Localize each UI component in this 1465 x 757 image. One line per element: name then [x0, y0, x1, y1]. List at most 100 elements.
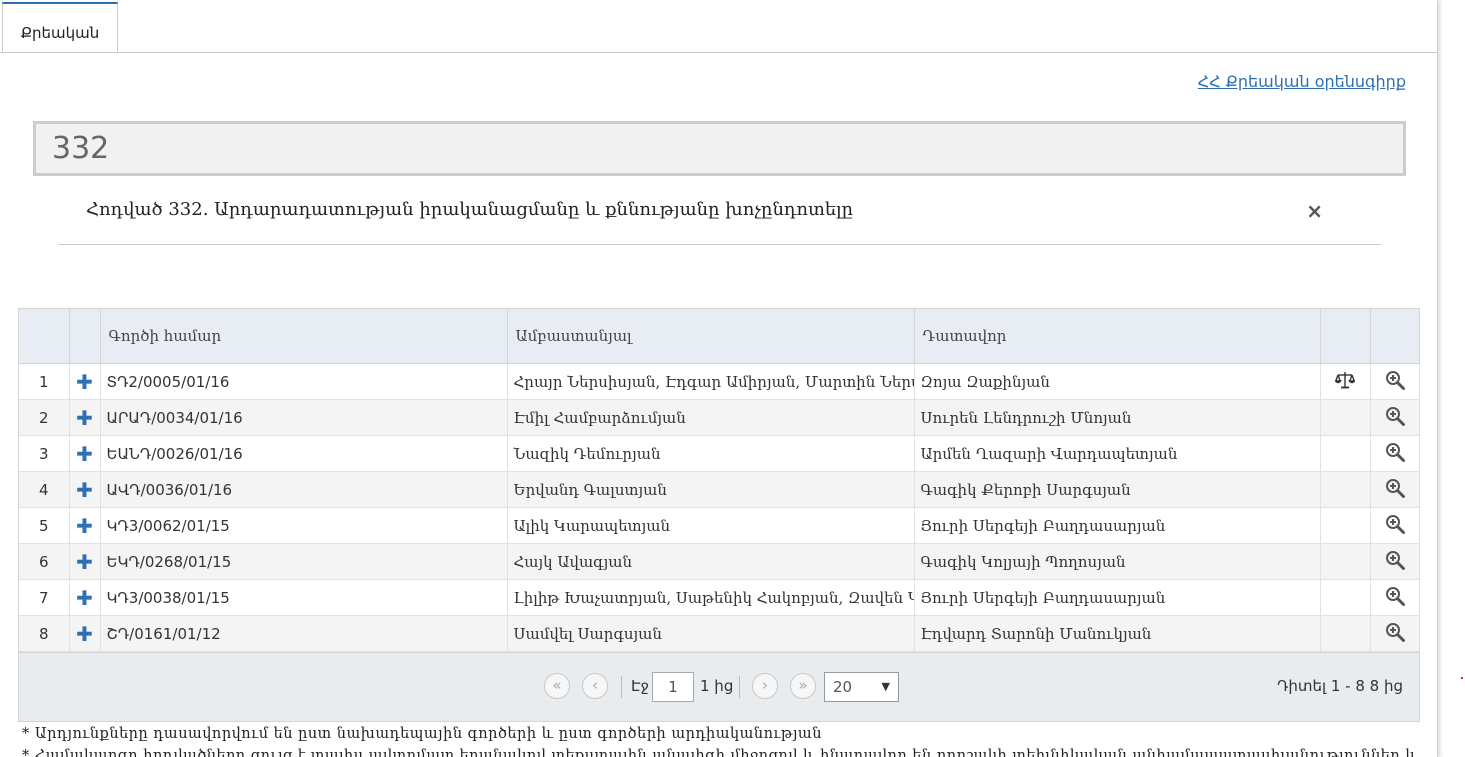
first-page-icon[interactable]: « — [544, 673, 570, 699]
precedent-cell — [1320, 363, 1371, 400]
cases-grid: Գործի համար Ամբաստանյալ Դատավոր 1 ✚ ՏԴ2/00… — [18, 308, 1420, 722]
judge-cell: Յուրի Սերգեյի Բաղդասարյան — [914, 507, 1321, 544]
col-header-index — [19, 309, 70, 364]
zoom-in-icon[interactable] — [1385, 442, 1405, 466]
row-index: 5 — [19, 507, 70, 544]
view-cell — [1370, 363, 1420, 400]
records-range: Դիտել 1 - 8 8 ից — [1277, 677, 1403, 695]
zoom-in-icon[interactable] — [1385, 370, 1405, 394]
pager: « ‹ Էջ 1 ից › » 20 ▼ Դիտել 1 - 8 8 ից — [19, 652, 1419, 721]
col-header-case-number[interactable]: Գործի համար — [100, 309, 508, 364]
defendant-cell: Լիլիթ Խաչատրյան, Սաթենիկ Հակոբյան, Զավեն… — [507, 579, 915, 616]
judge-cell: Արմեն Ղազարի Վարդապետյան — [914, 435, 1321, 472]
expand-plus-icon[interactable]: ✚ — [69, 435, 101, 472]
scales-icon[interactable] — [1334, 371, 1356, 393]
row-index: 6 — [19, 543, 70, 580]
prev-page-icon[interactable]: ‹ — [582, 673, 608, 699]
tab-bar: Քրեական — [0, 0, 1437, 53]
last-page-icon[interactable]: » — [790, 673, 816, 699]
row-index: 7 — [19, 579, 70, 616]
case-number-cell[interactable]: ԱՎԴ/0036/01/16 — [100, 471, 508, 508]
judge-cell: Գագիկ Քերոբի Սարգսյան — [914, 471, 1321, 508]
view-cell — [1370, 615, 1420, 652]
zoom-in-icon[interactable] — [1385, 514, 1405, 538]
precedent-cell — [1320, 435, 1371, 472]
case-number-cell[interactable]: ԿԴ3/0038/01/15 — [100, 579, 508, 616]
footnote-disclaimer: * Համակարգը հոդվածները ցույց է տալիս ավտ… — [22, 748, 1418, 757]
table-row[interactable]: 8 ✚ ՇԴ/0161/01/12 Սամվել Սարգսյան Էդվարդ Տար… — [19, 615, 1420, 652]
judge-cell: Յուրի Սերգեյի Բաղդասարյան — [914, 579, 1321, 616]
expand-plus-icon[interactable]: ✚ — [69, 399, 101, 436]
col-header-defendant[interactable]: Ամբաստանյալ — [507, 309, 915, 364]
view-cell — [1370, 435, 1420, 472]
precedent-cell — [1320, 399, 1371, 436]
defendant-cell: Հրայր Ներսիսյան, Էդգար Ամիրյան, Մարտին Ն… — [507, 363, 915, 400]
edge-marker — [1461, 677, 1463, 679]
zoom-in-icon[interactable] — [1385, 478, 1405, 502]
footnotes: * Արդյունքները դասավորվում են ըստ նախադե… — [22, 723, 1417, 757]
close-icon[interactable]: × — [1306, 199, 1323, 223]
case-number-cell[interactable]: ԵԿԴ/0268/01/15 — [100, 543, 508, 580]
expand-plus-icon[interactable]: ✚ — [69, 507, 101, 544]
page-of-label: 1 ից — [700, 677, 734, 695]
col-header-view — [1370, 309, 1420, 364]
defendant-cell: Ալիկ Կարապետյան — [507, 507, 915, 544]
view-cell — [1370, 471, 1420, 508]
view-cell — [1370, 507, 1420, 544]
expand-plus-icon[interactable]: ✚ — [69, 579, 101, 616]
row-index: 8 — [19, 615, 70, 652]
row-index: 1 — [19, 363, 70, 400]
table-row[interactable]: 2 ✚ ԱՐԱԴ/0034/01/16 Էմիլ Համբարձումյան Սուրե… — [19, 399, 1420, 436]
tab-criminal[interactable]: Քրեական — [2, 2, 118, 52]
view-cell — [1370, 579, 1420, 616]
col-header-expand — [69, 309, 101, 364]
zoom-in-icon[interactable] — [1385, 550, 1405, 574]
precedent-cell — [1320, 507, 1371, 544]
precedent-cell — [1320, 579, 1371, 616]
article-result-text[interactable]: Հոդված 332. Արդարադատության իրականացմանը… — [86, 199, 853, 220]
criminal-code-link[interactable]: ՀՀ Քրեական օրենսգիրք — [1198, 72, 1406, 91]
zoom-in-icon[interactable] — [1385, 622, 1405, 646]
zoom-in-icon[interactable] — [1385, 586, 1405, 610]
zoom-in-icon[interactable] — [1385, 406, 1405, 430]
judge-cell: Զոյա Զաքինյան — [914, 363, 1321, 400]
expand-plus-icon[interactable]: ✚ — [69, 543, 101, 580]
defendant-cell: Սամվել Սարգսյան — [507, 615, 915, 652]
case-number-cell[interactable]: ԿԴ3/0062/01/15 — [100, 507, 508, 544]
footnote-ordering: * Արդյունքները դասավորվում են ըստ նախադե… — [22, 726, 822, 742]
table-row[interactable]: 5 ✚ ԿԴ3/0062/01/15 Ալիկ Կարապետյան Յուրի Սեր… — [19, 507, 1420, 544]
case-number-cell[interactable]: ՇԴ/0161/01/12 — [100, 615, 508, 652]
defendant-cell: Հայկ Ավագյան — [507, 543, 915, 580]
defendant-cell: Նազիկ Դեմուրյան — [507, 435, 915, 472]
table-row[interactable]: 3 ✚ ԵԱՆԴ/0026/01/16 Նազիկ Դեմուրյան Արմեն Ղա… — [19, 435, 1420, 472]
expand-plus-icon[interactable]: ✚ — [69, 615, 101, 652]
table-row[interactable]: 4 ✚ ԱՎԴ/0036/01/16 Երվանդ Գալստյան Գագիկ Քեր… — [19, 471, 1420, 508]
row-index: 2 — [19, 399, 70, 436]
precedent-cell — [1320, 471, 1371, 508]
expand-plus-icon[interactable]: ✚ — [69, 471, 101, 508]
judge-cell: Էդվարդ Տարոնի Մանուկյան — [914, 615, 1321, 652]
col-header-judge[interactable]: Դատավոր — [914, 309, 1321, 364]
case-number-cell[interactable]: ԱՐԱԴ/0034/01/16 — [100, 399, 508, 436]
table-row[interactable]: 7 ✚ ԿԴ3/0038/01/15 Լիլիթ Խաչատրյան, Սաթենիկ… — [19, 579, 1420, 616]
pager-separator — [739, 676, 740, 698]
case-number-cell[interactable]: ԵԱՆԴ/0026/01/16 — [100, 435, 508, 472]
case-number-cell[interactable]: ՏԴ2/0005/01/16 — [100, 363, 508, 400]
expand-plus-icon[interactable]: ✚ — [69, 363, 101, 400]
pager-separator — [621, 676, 622, 698]
app-window: Քրեական ՀՀ Քրեական օրենսգիրք Հոդված 332.… — [0, 0, 1438, 757]
next-page-icon[interactable]: › — [752, 673, 778, 699]
table-header-row: Գործի համար Ամբաստանյալ Դատավոր — [19, 309, 1420, 364]
page-size-select[interactable]: 20 ▼ — [824, 672, 899, 702]
judge-cell: Սուրեն Լենդրուշի Մնոյան — [914, 399, 1321, 436]
cases-table: Գործի համար Ամբաստանյալ Դատավոր 1 ✚ ՏԴ2/00… — [19, 309, 1420, 652]
precedent-cell — [1320, 543, 1371, 580]
page-number-input[interactable] — [652, 672, 694, 702]
defendant-cell: Երվանդ Գալստյան — [507, 471, 915, 508]
col-header-precedent — [1320, 309, 1371, 364]
defendant-cell: Էմիլ Համբարձումյան — [507, 399, 915, 436]
table-row[interactable]: 1 ✚ ՏԴ2/0005/01/16 Հրայր Ներսիսյան, Էդգար Ա… — [19, 363, 1420, 400]
article-search-input[interactable] — [33, 121, 1406, 176]
table-row[interactable]: 6 ✚ ԵԿԴ/0268/01/15 Հայկ Ավագյան Գագիկ Կոլյայ… — [19, 543, 1420, 580]
view-cell — [1370, 543, 1420, 580]
